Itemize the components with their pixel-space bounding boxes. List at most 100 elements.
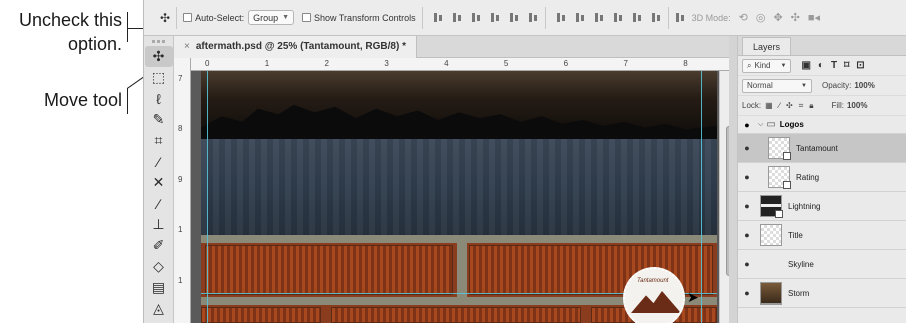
quick-select-tool-icon[interactable]: ✎ [145,109,173,130]
divider [176,6,178,29]
distribute-middle-icon[interactable] [632,12,643,23]
align-top-icon[interactable] [433,12,444,23]
layer-row-rating[interactable]: ● Rating [738,163,906,192]
guide-line[interactable] [701,71,702,323]
ruler-tick-label: 2 [324,59,329,68]
smart-object-badge-icon [775,210,783,218]
mountain-icon [631,291,681,313]
lock-artboard-icon[interactable]: ⌗ [799,101,804,111]
layer-row-storm[interactable]: ● Storm [738,279,906,308]
auto-select-checkbox[interactable] [183,13,193,22]
marquee-tool-icon[interactable]: ⬚ [145,67,173,88]
visibility-eye-icon[interactable]: ● [738,172,756,182]
layer-group-logos[interactable]: ● ⌵ ▭ Logos [738,116,906,134]
visibility-eye-icon[interactable]: ● [738,259,756,269]
distribute-right-icon[interactable] [651,12,662,23]
vertical-scrollbar[interactable] [719,71,732,323]
lock-position-icon[interactable]: ✣ [786,101,793,110]
ruler-tick-label: 0 [205,59,210,68]
smart-object-badge-icon [783,181,791,189]
distribute-center-icon[interactable] [575,12,586,23]
callout-leader-line [127,12,128,42]
move-tool-icon[interactable]: ✣ [144,46,173,67]
3d-slide-icon[interactable]: ✣ [791,11,800,24]
3d-scale-icon[interactable]: ■◂ [808,11,820,24]
folder-icon: ▭ [766,119,776,130]
ruler-tick-label: 6 [563,59,569,68]
align-horizontal-center-icon[interactable] [509,12,520,23]
ruler-tick-label: 8 [178,124,183,134]
chevron-down-icon[interactable]: ⌵ [758,121,763,129]
panel-grip[interactable] [144,36,173,46]
search-icon: ⌕ [747,60,752,70]
layer-name: Skyline [788,259,814,269]
clone-stamp-tool-icon[interactable]: ⊥ [145,214,173,235]
gradient-tool-icon[interactable]: ▤ [145,277,173,298]
adjustment-filter-icon[interactable]: ◐ [818,60,824,71]
align-vertical-center-icon[interactable] [452,12,463,23]
opacity-label: Opacity: [822,81,852,90]
divider [667,6,669,29]
visibility-eye-icon[interactable]: ● [738,201,756,211]
auto-select-target-dropdown[interactable]: Group ▼ [248,10,295,25]
brush-tool-icon[interactable]: ∕ [145,193,173,214]
auto-align-icon[interactable] [675,12,686,23]
tantamount-logo[interactable]: Tantamount [623,267,685,323]
layers-tab[interactable]: Layers [742,37,792,55]
align-bottom-icon[interactable] [471,12,482,23]
layer-filter-dropdown[interactable]: ⌕ Kind ▼ [742,58,792,73]
skyline-image [201,139,717,235]
layer-row-skyline[interactable]: ● Skyline [738,250,906,305]
lock-all-icon[interactable]: 🔒︎ [809,101,813,111]
layer-row-title[interactable]: ● Title [738,221,906,250]
document-canvas[interactable]: Tantamount ➤ [201,71,717,323]
blur-tool-icon[interactable]: ◬ [145,298,173,319]
layer-name: Tantamount [796,143,838,153]
align-left-icon[interactable] [490,12,501,23]
type-filter-icon[interactable]: T [831,60,837,71]
distribute-left-icon[interactable] [613,12,624,23]
eyedropper-tool-icon[interactable]: ⁄ [145,151,173,172]
move-tool-preset-icon[interactable]: ✣ [160,11,170,25]
3d-pan-icon[interactable]: ✥ [773,11,782,24]
fill-value[interactable]: 100% [847,101,867,110]
healing-tool-icon[interactable]: ✕ [145,172,173,193]
distribute-top-icon[interactable] [556,12,567,23]
opacity-value[interactable]: 100% [854,81,874,90]
chevron-down-icon: ▼ [801,82,807,89]
eraser-tool-icon[interactable]: ◇ [145,256,173,277]
lock-pixels-icon[interactable]: ∕ [779,101,780,110]
lasso-tool-icon[interactable]: ℓ [145,88,173,109]
canvas-area[interactable]: Tantamount ➤ [191,71,729,323]
visibility-eye-icon[interactable]: ● [738,288,756,298]
3d-roll-icon[interactable]: ◎ [756,11,766,24]
document-tab[interactable]: × aftermath.psd @ 25% (Tantamount, RGB/8… [174,35,417,58]
layer-thumbnail [768,166,791,189]
pixel-filter-icon[interactable]: ▣ [801,60,810,71]
smart-object-filter-icon[interactable]: ⊡ [856,60,864,71]
lock-transparent-icon[interactable]: ▦ [765,101,773,110]
document-tab-bar: × aftermath.psd @ 25% (Tantamount, RGB/8… [174,35,729,58]
visibility-eye-icon[interactable]: ● [738,230,756,240]
shape-filter-icon[interactable]: ⌑ [844,60,849,71]
3d-orbit-icon[interactable]: ⟲ [739,11,748,24]
distribute-bottom-icon[interactable] [594,12,605,23]
align-right-icon[interactable] [528,12,539,23]
layer-name: Title [788,230,803,240]
horizontal-ruler[interactable]: 0 1 2 3 4 5 6 7 8 [191,58,729,71]
guide-line[interactable] [207,71,208,323]
visibility-eye-icon[interactable]: ● [738,120,756,130]
group-name: Logos [779,120,804,129]
visibility-eye-icon[interactable]: ● [738,143,756,153]
blend-mode-dropdown[interactable]: Normal ▼ [742,78,812,93]
vertical-ruler[interactable]: 7 8 9 1 1 [174,58,191,323]
ruler-tick-label: 3 [384,59,389,68]
show-transform-controls-checkbox[interactable] [302,13,312,22]
crop-tool-icon[interactable]: ⌗ [145,130,173,151]
brick [201,307,321,323]
mortar-line [457,243,467,299]
close-tab-icon[interactable]: × [184,41,190,52]
layer-row-lightning[interactable]: ● Lightning [738,192,906,221]
layer-row-tantamount[interactable]: ● Tantamount [738,134,906,163]
history-brush-tool-icon[interactable]: ✐ [145,235,173,256]
